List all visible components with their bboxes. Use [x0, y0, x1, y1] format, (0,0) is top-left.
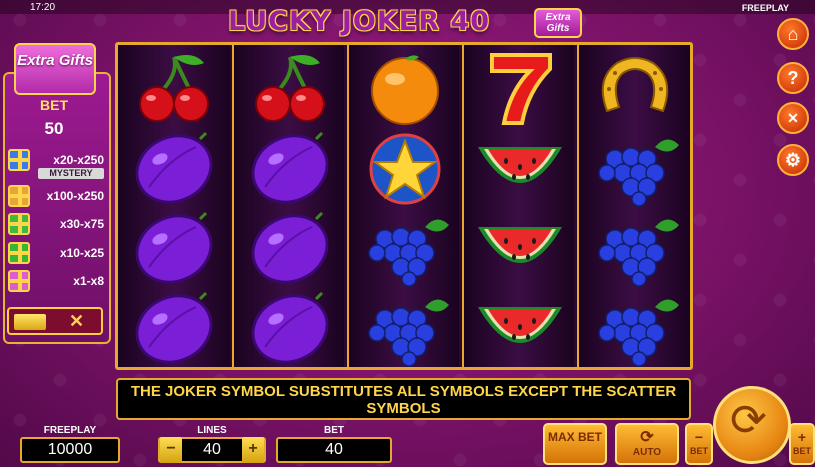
logo-badge: Extra Gifts [534, 8, 582, 38]
cherry-symbol [124, 49, 224, 127]
gift-green-icon [8, 213, 30, 235]
freeplay-label: FREEPLAY [43, 425, 97, 436]
auto-label: AUTO [632, 447, 662, 458]
gift-multiplier: x20-x250 [53, 153, 104, 167]
plum-symbol [240, 289, 340, 367]
bet-label: BET [324, 425, 344, 436]
clock: 17:20 [30, 2, 56, 13]
seven-symbol [470, 49, 570, 127]
orange-symbol [355, 49, 455, 127]
question-icon: ? [787, 68, 799, 88]
lines-increase-button[interactable]: + [242, 437, 264, 463]
toggle-knob [14, 314, 46, 330]
grapes-symbol [355, 209, 455, 287]
plum-symbol [240, 209, 340, 287]
auto-button[interactable]: ⟳ AUTO [615, 423, 679, 465]
gift-multiplier: x1-x8 [73, 274, 104, 288]
reel-4 [462, 45, 574, 367]
home-icon: ⌂ [787, 24, 799, 44]
gift-multiplier: x10-x25 [59, 246, 104, 260]
mode-indicator: FREEPLAY [741, 3, 789, 13]
watermelon-symbol [470, 289, 570, 367]
gift-row: x100-x250 [8, 183, 108, 213]
watermelon-symbol [470, 129, 570, 207]
lines-decrease-button[interactable]: − [160, 437, 182, 463]
watermelon-symbol [470, 209, 570, 287]
freeplay-balance: 10000 [20, 437, 120, 463]
gift-row: x10-x25 [8, 240, 108, 270]
max-bet-button[interactable]: MAX BET [543, 423, 607, 465]
gift-gold-icon [8, 185, 30, 207]
bet-decrease-button[interactable]: − BET [685, 423, 713, 465]
autoplay-icon: ⟳ [640, 429, 654, 446]
bet-increase-label: BET [793, 446, 811, 456]
plum-symbol [240, 129, 340, 207]
cherry-symbol [240, 49, 340, 127]
extra-gifts-title: Extra Gifts [14, 43, 96, 95]
gift-pink-icon [8, 270, 30, 292]
reel-3 [347, 45, 459, 367]
speaker-muted-icon: ✕ [787, 110, 799, 126]
plus-icon: + [797, 429, 807, 445]
horseshoe-symbol [585, 49, 685, 127]
minus-icon: − [694, 429, 704, 445]
help-button[interactable]: ? [777, 62, 809, 94]
gift-multiplier: x30-x75 [59, 217, 104, 231]
close-icon: ✕ [69, 311, 85, 331]
spin-icon: ⟳ [730, 396, 767, 445]
reel-5 [577, 45, 690, 367]
gift-green-red-icon [8, 242, 30, 264]
gift-row: x1-x8 [8, 268, 108, 298]
grapes-symbol [585, 129, 685, 207]
gift-row: x20-x250 MYSTERY [8, 147, 108, 179]
extra-gifts-toggle[interactable]: ✕ [7, 307, 103, 335]
spin-button[interactable]: ⟳ [713, 386, 791, 464]
mystery-tag: MYSTERY [38, 168, 104, 179]
gift-multiplier: x100-x250 [46, 189, 104, 203]
bet-value: 40 [276, 437, 392, 463]
lines-label: LINES [197, 425, 227, 436]
game-logo: LUCKY JOKER 40 [228, 6, 490, 37]
star-symbol [355, 129, 455, 207]
plum-symbol [124, 209, 224, 287]
bet-increase-button[interactable]: + BET [789, 423, 815, 465]
gift-row: x30-x75 [8, 211, 108, 241]
reel-2 [232, 45, 344, 367]
gear-icon: ⚙ [784, 150, 802, 170]
info-message: THE JOKER SYMBOL SUBSTITUTES ALL SYMBOLS… [116, 378, 691, 420]
plum-symbol [124, 289, 224, 367]
reel-grid [115, 42, 693, 370]
reel-1 [118, 45, 230, 367]
sound-button[interactable]: ✕ [777, 102, 809, 134]
gift-blue-icon [8, 149, 30, 171]
bet-decrease-label: BET [690, 446, 708, 456]
grapes-symbol [585, 289, 685, 367]
settings-button[interactable]: ⚙ [777, 144, 809, 176]
side-bet-label: BET [40, 97, 68, 113]
plum-symbol [124, 129, 224, 207]
home-button[interactable]: ⌂ [777, 18, 809, 50]
grapes-symbol [585, 209, 685, 287]
grapes-symbol [355, 289, 455, 367]
side-bet-value: 50 [44, 119, 64, 138]
